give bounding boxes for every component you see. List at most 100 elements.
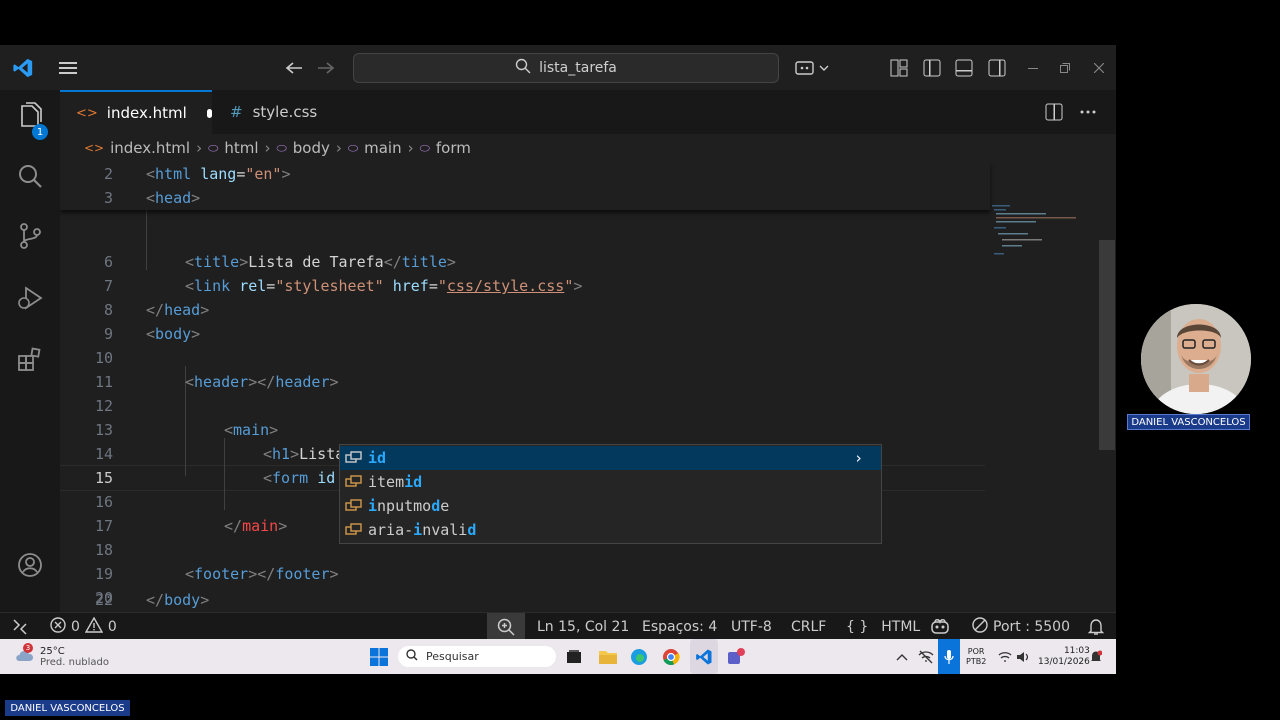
breadcrumb-item[interactable]: html xyxy=(224,139,258,157)
copilot-status-icon[interactable] xyxy=(930,613,950,640)
search-placeholder: Pesquisar xyxy=(426,650,479,663)
line-number: 12 xyxy=(94,397,113,415)
language-mode[interactable]: { } HTML xyxy=(846,613,920,640)
breadcrumb-item[interactable]: index.html xyxy=(110,139,190,157)
toggle-secondary-sidebar-icon[interactable] xyxy=(986,45,1008,90)
forward-arrow-icon[interactable] xyxy=(314,45,338,90)
cursor-position[interactable]: Ln 15, Col 21 xyxy=(537,613,629,640)
weather-widget[interactable]: 3 25°C Pred. nublado xyxy=(14,639,109,674)
toggle-sidebar-icon[interactable] xyxy=(921,45,943,90)
vscode-taskbar-icon[interactable] xyxy=(690,639,718,674)
run-debug-icon[interactable] xyxy=(0,274,60,322)
presenter-name-label: DANIEL VASCONCELOS xyxy=(5,700,130,716)
file-explorer-icon[interactable] xyxy=(598,639,618,674)
error-icon xyxy=(50,616,66,637)
code-line: 19 <footer></footer> xyxy=(60,562,1040,586)
toggle-panel-icon[interactable] xyxy=(953,45,975,90)
clock-date: 13/01/2026 xyxy=(1038,656,1090,667)
search-icon[interactable] xyxy=(0,152,60,200)
suggestion-item[interactable]: inputmode xyxy=(340,494,881,518)
suggestion-item[interactable]: id › xyxy=(340,446,881,470)
webcam-overlay xyxy=(1141,304,1251,414)
weather-temp: 25°C xyxy=(40,645,65,657)
chevron-right-icon[interactable]: › xyxy=(854,449,863,467)
zoom-icon[interactable] xyxy=(487,613,525,640)
layout-icon[interactable] xyxy=(888,45,910,90)
close-icon[interactable] xyxy=(1092,45,1106,90)
notification-bell-icon[interactable] xyxy=(1090,639,1102,674)
clock-time: 11:03 xyxy=(1063,645,1090,656)
weather-desc: Pred. nublado xyxy=(40,656,109,668)
extensions-icon[interactable] xyxy=(0,336,60,384)
network-off-icon[interactable] xyxy=(918,639,934,674)
braces-icon: { } xyxy=(846,618,869,635)
tab-label: index.html xyxy=(106,104,187,122)
language-label: HTML xyxy=(881,618,921,635)
suggestion-item[interactable]: aria-invalid xyxy=(340,518,881,542)
presenter-avatar xyxy=(1141,304,1251,414)
block-icon xyxy=(972,616,988,637)
problems-indicator[interactable]: 0 0 xyxy=(50,613,117,640)
back-arrow-icon[interactable] xyxy=(282,45,306,90)
line-number: 6 xyxy=(103,253,113,271)
breadcrumb-item[interactable]: form xyxy=(436,139,471,157)
chevron-right-icon: › xyxy=(335,139,342,157)
menu-icon[interactable] xyxy=(54,45,82,90)
copilot-icon[interactable] xyxy=(792,45,832,90)
minimap[interactable] xyxy=(990,203,1090,263)
suggestion-item[interactable]: itemid xyxy=(340,470,881,494)
chrome-icon[interactable] xyxy=(662,639,680,674)
code-line: 3 <head> xyxy=(60,186,1040,210)
line-number: 17 xyxy=(94,517,113,535)
title-bar: lista_tarefa xyxy=(0,45,1116,90)
volume-icon[interactable] xyxy=(1016,639,1030,674)
wifi-icon[interactable] xyxy=(998,639,1012,674)
end-of-line[interactable]: CRLF xyxy=(791,613,826,640)
line-number: 14 xyxy=(94,445,113,463)
task-view-icon[interactable] xyxy=(566,639,582,674)
code-text: </head> xyxy=(146,301,210,319)
suggestion-label: id xyxy=(368,449,387,467)
line-number: 2 xyxy=(103,165,113,183)
clock[interactable]: 11:03 13/01/2026 xyxy=(1038,639,1090,674)
remote-icon[interactable] xyxy=(12,613,28,640)
editor-scrollbar[interactable] xyxy=(1099,240,1115,450)
input-language[interactable]: POR PTB2 xyxy=(966,639,986,674)
element-icon: ⬭ xyxy=(276,140,287,155)
minimize-icon[interactable] xyxy=(1026,45,1040,90)
search-text: lista_tarefa xyxy=(539,60,617,76)
teams-icon[interactable] xyxy=(726,639,746,674)
split-editor-icon[interactable] xyxy=(1042,90,1066,134)
microphone-icon[interactable] xyxy=(938,639,960,674)
chevron-up-icon[interactable] xyxy=(896,639,908,674)
breadcrumb-item[interactable]: main xyxy=(364,139,401,157)
accounts-icon[interactable] xyxy=(0,541,60,589)
error-count: 0 xyxy=(71,618,80,635)
chevron-right-icon: › xyxy=(264,139,271,157)
windows-start-icon[interactable] xyxy=(370,639,388,674)
line-number: 19 xyxy=(94,565,113,583)
code-text: <footer></footer> xyxy=(185,565,339,583)
suggestion-label: aria-invalid xyxy=(368,521,477,539)
live-server-port[interactable]: Port : 5500 xyxy=(972,613,1070,640)
taskbar-search[interactable]: Pesquisar xyxy=(398,646,556,667)
property-icon xyxy=(340,522,368,538)
code-line: 11 <header></header> xyxy=(60,370,1040,394)
tab-style-css[interactable]: # style.css xyxy=(214,90,362,134)
code-line: 22 </body> xyxy=(60,588,960,612)
indentation[interactable]: Espaços: 4 xyxy=(642,613,717,640)
line-number: 3 xyxy=(103,189,113,207)
unsaved-dot-icon[interactable] xyxy=(206,108,212,118)
restore-icon[interactable] xyxy=(1058,45,1072,90)
command-center-search[interactable]: lista_tarefa xyxy=(353,53,779,83)
code-editor[interactable]: 2 <html lang="en"> 3 <head> 6 <title>Lis… xyxy=(60,162,1100,612)
tab-index-html[interactable]: <> index.html xyxy=(60,90,212,134)
edge-browser-icon[interactable] xyxy=(630,639,648,674)
breadcrumb-item[interactable]: body xyxy=(293,139,330,157)
more-actions-icon[interactable] xyxy=(1076,90,1100,134)
notifications-bell-icon[interactable] xyxy=(1088,613,1104,640)
source-control-icon[interactable] xyxy=(0,212,60,260)
encoding[interactable]: UTF-8 xyxy=(731,613,772,640)
explorer-icon[interactable]: 1 xyxy=(0,92,60,140)
line-number: 18 xyxy=(94,541,113,559)
